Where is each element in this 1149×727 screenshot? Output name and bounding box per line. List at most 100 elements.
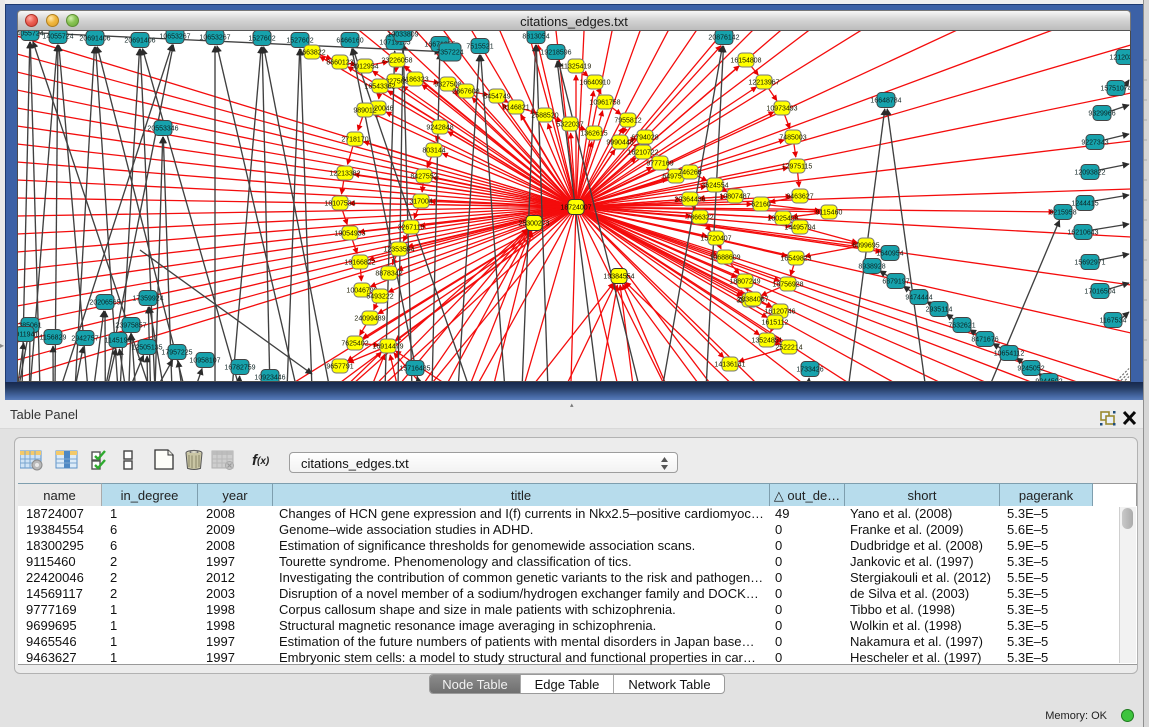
svg-text:9329966: 9329966 — [1088, 110, 1115, 117]
svg-text:16543362: 16543362 — [364, 83, 395, 90]
svg-text:7515521: 7515521 — [466, 43, 493, 50]
svg-text:6099695: 6099695 — [852, 242, 879, 249]
svg-text:8660123: 8660123 — [326, 59, 353, 66]
svg-text:16640910: 16640910 — [579, 79, 610, 86]
svg-text:7632621: 7632621 — [948, 322, 975, 329]
svg-text:9777169: 9777169 — [646, 160, 673, 167]
svg-text:12353594: 12353594 — [383, 246, 414, 253]
svg-text:10973493: 10973493 — [766, 105, 797, 112]
svg-text:7866322: 7866322 — [686, 214, 713, 221]
svg-text:16154808: 16154808 — [730, 57, 761, 64]
svg-text:10961758: 10961758 — [589, 99, 620, 106]
svg-text:5322037: 5322037 — [556, 121, 583, 128]
svg-text:10653267: 10653267 — [199, 34, 230, 41]
svg-text:1167534: 1167534 — [1100, 317, 1127, 324]
svg-text:2522214: 2522214 — [775, 344, 802, 351]
svg-text:18107534: 18107534 — [324, 200, 355, 207]
svg-text:8813054: 8813054 — [522, 33, 549, 40]
svg-text:18756928: 18756928 — [772, 281, 803, 288]
svg-text:23975857: 23975857 — [115, 322, 146, 329]
svg-text:1527602: 1527602 — [286, 37, 313, 44]
svg-text:12505135: 12505135 — [131, 344, 162, 351]
svg-text:15751074: 15751074 — [1100, 85, 1131, 92]
svg-text:989012: 989012 — [353, 107, 376, 114]
svg-text:20206565: 20206565 — [89, 299, 120, 306]
svg-text:3267110: 3267110 — [398, 224, 425, 231]
svg-text:9463627: 9463627 — [786, 193, 813, 200]
svg-text:1733426: 1733426 — [796, 366, 823, 373]
svg-text:20691406: 20691406 — [79, 35, 110, 42]
svg-text:2942757: 2942757 — [71, 335, 98, 342]
svg-text:16549823: 16549823 — [780, 255, 811, 262]
svg-text:9146821: 9146821 — [502, 104, 529, 111]
svg-text:1244415: 1244415 — [1071, 200, 1098, 207]
svg-text:2588520: 2588520 — [531, 112, 558, 119]
svg-text:13524851: 13524851 — [751, 337, 782, 344]
svg-text:19218596: 19218596 — [540, 49, 571, 56]
svg-text:7955812: 7955812 — [614, 117, 641, 124]
svg-text:23226058: 23226058 — [381, 57, 412, 64]
svg-text:24099489: 24099489 — [354, 315, 385, 322]
svg-text:12975115: 12975115 — [782, 163, 813, 170]
svg-text:(x): (x) — [257, 456, 270, 467]
svg-text:20876142: 20876142 — [708, 34, 739, 41]
svg-text:16648784: 16648784 — [870, 97, 901, 104]
svg-text:5493222: 5493222 — [366, 293, 393, 300]
svg-text:8938928: 8938928 — [858, 263, 885, 270]
svg-text:12213967: 12213967 — [748, 79, 779, 86]
svg-text:1156829: 1156829 — [40, 334, 67, 341]
svg-text:19054933: 19054933 — [334, 230, 365, 237]
svg-text:20553346: 20553346 — [147, 125, 178, 132]
svg-text:9227343: 9227343 — [1081, 139, 1108, 146]
svg-text:8215958: 8215958 — [1049, 209, 1076, 216]
svg-text:7625402: 7625402 — [341, 340, 368, 347]
svg-text:9657791: 9657791 — [326, 363, 353, 370]
svg-text:10923446: 10923446 — [254, 374, 285, 381]
svg-text:9245052: 9245052 — [1017, 365, 1044, 372]
svg-text:8878342: 8878342 — [375, 270, 402, 277]
svg-text:16210643: 16210643 — [1067, 229, 1098, 236]
svg-text:3911941: 3911941 — [17, 331, 38, 338]
svg-text:10654112: 10654112 — [994, 350, 1025, 357]
svg-text:18724007: 18724007 — [560, 204, 591, 211]
svg-text:19166822: 19166822 — [344, 259, 375, 266]
svg-text:1615112: 1615112 — [762, 319, 789, 326]
svg-text:7357224: 7357224 — [436, 49, 463, 56]
svg-text:14495794: 14495794 — [784, 224, 815, 231]
svg-text:9115460: 9115460 — [816, 209, 843, 216]
svg-text:2718170: 2718170 — [341, 136, 368, 143]
svg-text:9990448: 9990448 — [606, 139, 633, 146]
svg-text:803144: 803144 — [422, 147, 445, 154]
svg-text:8471676: 8471676 — [971, 336, 998, 343]
svg-text:6879197: 6879197 — [882, 278, 909, 285]
svg-text:15720407: 15720407 — [700, 235, 731, 242]
svg-text:3624554: 3624554 — [701, 182, 728, 189]
svg-text:16914479: 16914479 — [372, 343, 403, 350]
svg-text:6794028: 6794028 — [631, 134, 658, 141]
svg-text:62160: 62160 — [751, 201, 771, 208]
svg-text:4055724: 4055724 — [17, 31, 44, 37]
svg-text:25300273: 25300273 — [518, 220, 549, 227]
svg-text:20364436: 20364436 — [674, 196, 705, 203]
svg-text:1640954: 1640954 — [876, 250, 903, 257]
svg-text:12213382: 12213382 — [329, 170, 360, 177]
svg-text:10033809: 10033809 — [387, 31, 418, 38]
svg-text:14055724: 14055724 — [42, 33, 73, 40]
svg-text:2867608: 2867608 — [452, 88, 479, 95]
svg-text:15692971: 15692971 — [1074, 259, 1105, 266]
svg-text:11325419: 11325419 — [561, 63, 592, 70]
svg-text:7663822: 7663822 — [298, 49, 325, 56]
svg-text:7485003: 7485003 — [779, 134, 806, 141]
svg-text:9242848: 9242848 — [426, 124, 453, 131]
svg-text:17359924: 17359924 — [132, 295, 163, 302]
svg-text:10958107: 10958107 — [189, 357, 220, 364]
svg-text:8427552: 8427552 — [410, 173, 437, 180]
svg-text:12120333: 12120333 — [1109, 54, 1131, 61]
svg-text:3912954: 3912954 — [351, 63, 378, 70]
svg-text:16782759: 16782759 — [224, 364, 255, 371]
svg-text:9474444: 9474444 — [905, 294, 932, 301]
svg-text:12093822: 12093822 — [1074, 169, 1105, 176]
svg-text:746266: 746266 — [678, 169, 701, 176]
svg-text:8454749: 8454749 — [483, 93, 510, 100]
svg-text:15716485: 15716485 — [399, 365, 430, 372]
